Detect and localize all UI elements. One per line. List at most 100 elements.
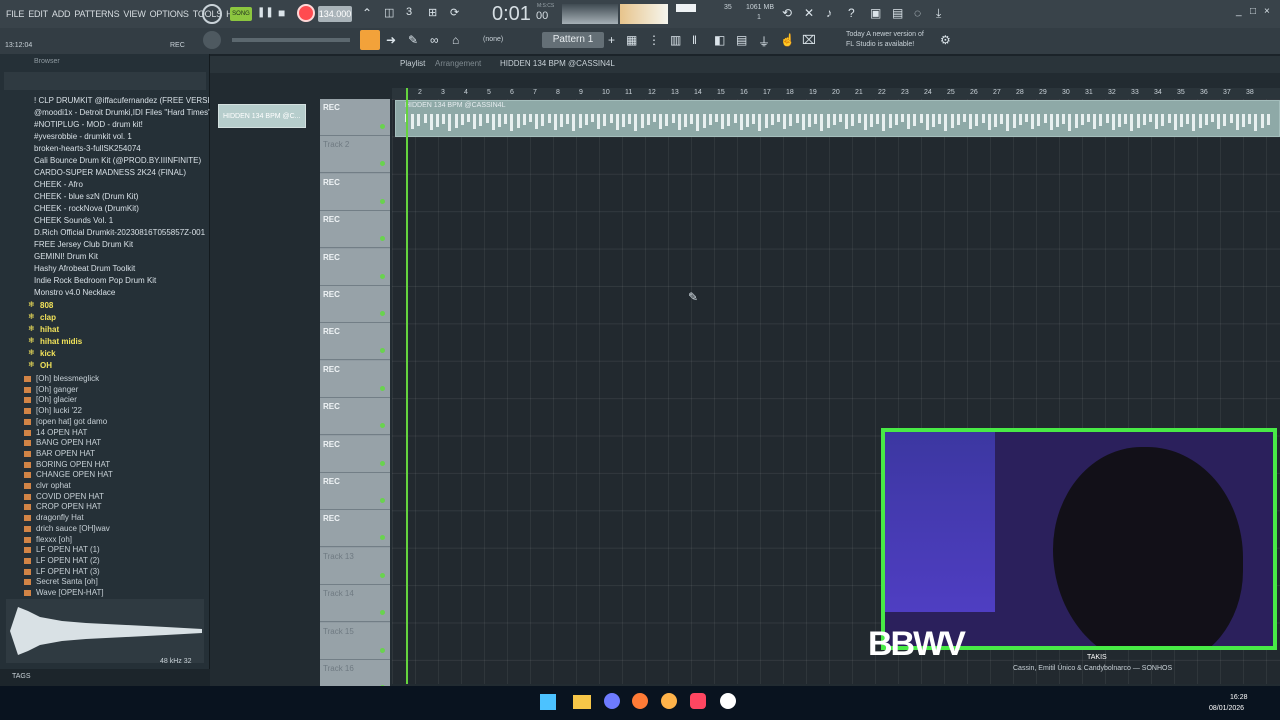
file-item[interactable]: BANG OPEN HAT	[36, 438, 101, 447]
track-mute-led[interactable]	[380, 572, 385, 578]
track-header[interactable]: REC	[320, 99, 390, 136]
track-header[interactable]: Track 13	[320, 547, 390, 585]
track-header[interactable]: REC	[320, 211, 390, 249]
file-item[interactable]: LF OPEN HAT (3)	[36, 567, 100, 576]
channel-icon[interactable]: ▤	[736, 33, 747, 47]
track-header[interactable]: REC	[320, 360, 390, 398]
track-mute-led[interactable]	[380, 498, 385, 503]
browser-tabs[interactable]	[4, 72, 206, 90]
pencil-icon[interactable]: ✎	[408, 33, 418, 47]
maximize-icon[interactable]: □	[1250, 6, 1256, 17]
track-header[interactable]: REC	[320, 173, 390, 211]
undo-history-icon[interactable]: ⟲	[782, 6, 792, 20]
track-mute-led[interactable]	[380, 348, 385, 354]
minimize-icon[interactable]: _	[1236, 6, 1242, 17]
track-header[interactable]: REC	[320, 323, 390, 361]
microphone-icon[interactable]: ♪	[826, 6, 832, 20]
track-header[interactable]: REC	[320, 398, 390, 436]
countdown-icon[interactable]: 3	[406, 6, 412, 18]
file-item[interactable]: COVID OPEN HAT	[36, 492, 104, 501]
record-mode-icon[interactable]	[202, 4, 222, 24]
link-icon[interactable]: ∞	[430, 33, 439, 47]
menu-edit[interactable]: EDIT	[26, 9, 50, 19]
windows-start-icon[interactable]	[540, 694, 556, 710]
menu-add[interactable]: ADD	[50, 9, 72, 19]
tempo-display[interactable]: 134.000	[318, 6, 352, 22]
subfolder-item[interactable]: 808	[40, 301, 53, 310]
track-header[interactable]: Track 15	[320, 622, 390, 660]
snap-icon[interactable]	[360, 30, 380, 50]
track-mute-led[interactable]	[380, 124, 385, 129]
track-header[interactable]: Track 2	[320, 136, 390, 174]
discord-icon[interactable]	[604, 693, 620, 709]
track-mute-led[interactable]	[380, 460, 385, 466]
chrome-icon[interactable]	[720, 693, 736, 709]
tools-icon[interactable]: ✕	[804, 6, 814, 20]
record-button[interactable]	[297, 4, 315, 22]
file-item[interactable]: [open hat] got damo	[36, 417, 107, 426]
mixer-icon[interactable]: ▤	[892, 6, 903, 20]
download-icon[interactable]: ⤓	[936, 6, 941, 21]
track-header[interactable]: REC	[320, 435, 390, 473]
pause-icon[interactable]: ❚❚	[257, 7, 274, 18]
subfolder-item[interactable]: clap	[40, 313, 56, 322]
folder-item[interactable]: #yvesrobbie - drumkit vol. 1	[34, 132, 132, 141]
track-mute-led[interactable]	[380, 198, 385, 204]
music-icon[interactable]	[690, 693, 706, 709]
news-line-2[interactable]: FL Studio is available!	[846, 41, 914, 48]
browser-icon[interactable]	[632, 693, 648, 709]
track-header[interactable]: REC	[320, 286, 390, 323]
plug-icon[interactable]: ⏚	[758, 33, 770, 50]
folder-item[interactable]: Cali Bounce Drum Kit (@PROD.BY.IIINFINIT…	[34, 156, 201, 165]
track-header[interactable]: REC	[320, 473, 390, 510]
folder-item[interactable]: CHEEK Sounds Vol. 1	[34, 216, 113, 225]
hat-icon[interactable]: ⌂	[452, 33, 459, 47]
folder-item[interactable]: ! CLP DRUMKIT @iffacufernandez (FREE VER…	[34, 96, 224, 105]
file-item[interactable]: BAR OPEN HAT	[36, 449, 95, 458]
file-item[interactable]: LF OPEN HAT (1)	[36, 545, 100, 554]
file-item[interactable]: BORING OPEN HAT	[36, 460, 110, 469]
master-pitch-slider[interactable]	[232, 38, 350, 42]
channel-rack-icon[interactable]: ⋮	[648, 33, 660, 47]
plugin-icon[interactable]: ◧	[714, 33, 725, 47]
master-volume-knob[interactable]	[203, 31, 221, 49]
folder-item[interactable]: Monstro v4.0 Necklace	[34, 288, 115, 297]
file-item[interactable]: [Oh] glacier	[36, 395, 77, 404]
file-item[interactable]: LF OPEN HAT (2)	[36, 556, 100, 565]
track-mute-led[interactable]	[380, 273, 385, 279]
file-item[interactable]: clvr ophat	[36, 481, 71, 490]
pattern-clip-selected[interactable]: HIDDEN 134 BPM @C...	[218, 104, 306, 128]
file-item[interactable]: Wave [OPEN-HAT]	[36, 588, 104, 597]
folder-item[interactable]: FREE Jersey Club Drum Kit	[34, 240, 133, 249]
track-mute-led[interactable]	[380, 311, 385, 316]
track-mute-led[interactable]	[380, 647, 385, 653]
track-mute-led[interactable]	[380, 236, 385, 242]
news-icon[interactable]: ⚙	[940, 33, 951, 47]
help-icon[interactable]: ?	[848, 6, 855, 20]
file-item[interactable]: [Oh] lucki '22	[36, 406, 82, 415]
pattern-selector[interactable]: Pattern 1	[542, 32, 604, 48]
file-item[interactable]: dragonfly Hat	[36, 513, 84, 522]
stop-icon[interactable]: ■	[278, 6, 285, 20]
file-item[interactable]: [Oh] ganger	[36, 385, 78, 394]
folder-item[interactable]: CHEEK - blue szN (Drum Kit)	[34, 192, 138, 201]
folder-item[interactable]: D.Rich Official Drumkit-20230816T055857Z…	[34, 228, 205, 237]
file-item[interactable]: drich sauce [OH]wav	[36, 524, 110, 533]
pattern-none[interactable]: (none)	[483, 36, 503, 43]
menu-file[interactable]: FILE	[4, 9, 26, 19]
track-mute-led[interactable]	[380, 161, 385, 167]
mixer-panel-icon[interactable]: ‖	[692, 33, 697, 47]
folder-item[interactable]: #NOTIPLUG - MOD - drum kit!	[34, 120, 143, 129]
folder-item[interactable]: Indie Rock Bedroom Pop Drum Kit	[34, 276, 156, 285]
news-line-1[interactable]: Today A newer version of	[846, 31, 924, 38]
folder-item[interactable]: broken-hearts-3-fullSK254074	[34, 144, 141, 153]
wait-input-icon[interactable]: ◫	[384, 6, 394, 19]
playlist-icon[interactable]: ▦	[626, 33, 637, 47]
piano-roll-icon[interactable]: ▥	[670, 33, 681, 47]
add-pattern-icon[interactable]: +	[608, 33, 615, 47]
chat-icon[interactable]: ◌	[914, 6, 921, 20]
track-header[interactable]: Track 14	[320, 585, 390, 623]
folder-icon[interactable]	[573, 695, 591, 709]
track-header[interactable]: REC	[320, 248, 390, 286]
subfolder-item[interactable]: hihat	[40, 325, 59, 334]
